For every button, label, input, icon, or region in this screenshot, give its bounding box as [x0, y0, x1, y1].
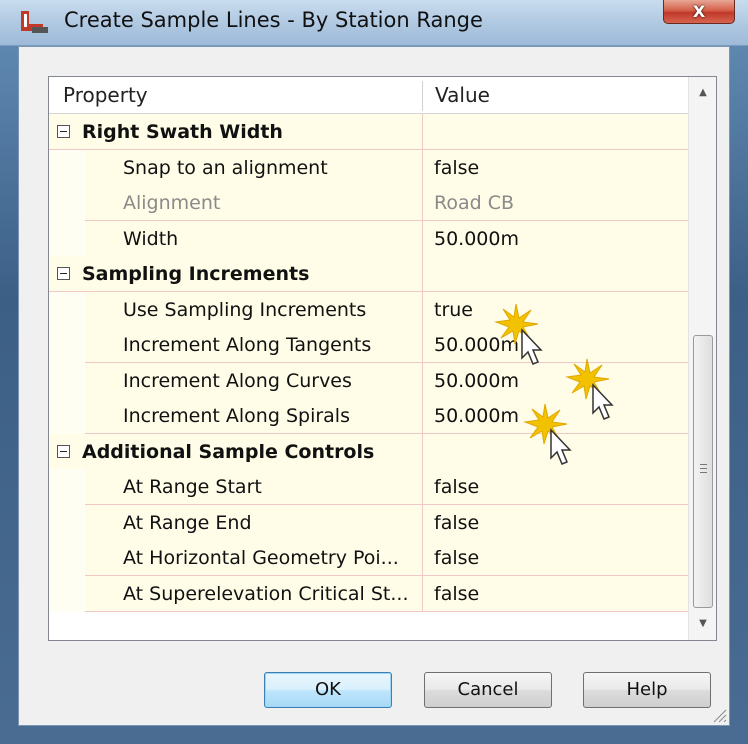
property-value: false	[434, 547, 480, 569]
category-label: Additional Sample Controls	[82, 441, 375, 463]
property-name-cell[interactable]: Use Sampling Increments	[85, 292, 422, 328]
property-value-cell[interactable]: false	[422, 540, 688, 576]
resize-grip-icon[interactable]	[711, 707, 727, 723]
property-value-cell[interactable]: 50.000m	[422, 221, 688, 257]
category-row[interactable]: Sampling Increments	[49, 256, 688, 292]
property-value-cell[interactable]: true	[422, 292, 688, 328]
scroll-up-arrow-icon[interactable]: ▲	[689, 79, 717, 107]
row-gutter	[49, 185, 85, 221]
property-value-cell	[422, 256, 688, 292]
row-gutter	[49, 292, 85, 328]
property-value-cell[interactable]: false	[422, 150, 688, 186]
property-value: 50.000m	[434, 405, 519, 427]
property-label: At Range End	[123, 512, 252, 534]
title-bar[interactable]: Create Sample Lines - By Station Range X	[0, 0, 748, 46]
grid-header: Property Value	[49, 77, 688, 114]
click-cursor-icon	[494, 303, 543, 365]
scrollbar-thumb[interactable]	[693, 335, 713, 608]
ok-button[interactable]: OK	[264, 672, 392, 708]
category-row[interactable]: Right Swath Width	[49, 114, 688, 150]
property-value: true	[434, 299, 473, 321]
vertical-scrollbar[interactable]: ▲ ▼	[688, 77, 716, 640]
property-label: Increment Along Spirals	[123, 405, 350, 427]
property-label: At Superelevation Critical St...	[123, 583, 409, 605]
row-gutter	[49, 469, 85, 505]
property-row[interactable]: Use Sampling Increments true	[49, 292, 688, 328]
property-row[interactable]: Alignment Road CB	[49, 185, 688, 221]
property-row[interactable]: Snap to an alignment false	[49, 150, 688, 186]
property-label: Width	[123, 228, 179, 250]
property-value: Road CB	[434, 192, 515, 214]
property-name-cell[interactable]: Increment Along Tangents	[85, 327, 422, 363]
row-gutter	[49, 505, 85, 541]
property-value: false	[434, 583, 480, 605]
property-name-cell[interactable]: Snap to an alignment	[85, 150, 422, 186]
collapse-minus-icon[interactable]	[57, 125, 70, 138]
property-value: false	[434, 512, 480, 534]
row-gutter	[49, 327, 85, 363]
property-name-cell[interactable]: Additional Sample Controls	[49, 434, 422, 470]
row-gutter	[49, 363, 85, 399]
click-cursor-icon	[523, 403, 572, 465]
property-name-cell[interactable]: Increment Along Spirals	[85, 398, 422, 434]
close-icon: X	[692, 2, 706, 21]
property-value-cell[interactable]: 50.000m	[422, 363, 688, 399]
category-label: Right Swath Width	[82, 121, 283, 143]
category-label: Sampling Increments	[82, 263, 310, 285]
collapse-minus-icon[interactable]	[57, 445, 70, 458]
property-name-cell[interactable]: Increment Along Curves	[85, 363, 422, 399]
property-value-cell[interactable]: false	[422, 505, 688, 541]
property-label: Increment Along Tangents	[123, 334, 372, 356]
property-label: Use Sampling Increments	[123, 299, 367, 321]
property-value-cell	[422, 114, 688, 150]
property-name-cell[interactable]: At Range Start	[85, 469, 422, 505]
property-name-cell[interactable]: Width	[85, 221, 422, 257]
property-label: Increment Along Curves	[123, 370, 352, 392]
category-row[interactable]: Additional Sample Controls	[49, 434, 688, 470]
property-label: Snap to an alignment	[123, 157, 328, 179]
property-row[interactable]: At Range Start false	[49, 469, 688, 505]
property-name-cell[interactable]: Alignment	[85, 185, 422, 221]
scroll-down-arrow-icon[interactable]: ▼	[689, 610, 717, 638]
property-name-cell[interactable]: At Range End	[85, 505, 422, 541]
window-title: Create Sample Lines - By Station Range	[64, 8, 483, 32]
app-icon	[21, 11, 48, 33]
property-value-cell[interactable]: Road CB	[422, 185, 688, 221]
column-divider[interactable]	[422, 81, 423, 111]
property-name-cell[interactable]: Right Swath Width	[49, 114, 422, 150]
row-gutter	[49, 398, 85, 434]
property-name-cell[interactable]: At Horizontal Geometry Poi...	[85, 540, 422, 576]
property-row[interactable]: At Range End false	[49, 505, 688, 541]
property-name-cell[interactable]: At Superelevation Critical St...	[85, 576, 422, 612]
scrollbar-grip-icon	[700, 464, 707, 473]
property-value: false	[434, 157, 480, 179]
property-value-cell[interactable]: 50.000m	[422, 327, 688, 363]
row-gutter	[49, 540, 85, 576]
property-label: At Range Start	[123, 476, 262, 498]
property-row[interactable]: At Horizontal Geometry Poi... false	[49, 540, 688, 576]
collapse-minus-icon[interactable]	[57, 267, 70, 280]
property-value-cell[interactable]: false	[422, 469, 688, 505]
property-value: false	[434, 476, 480, 498]
row-gutter	[49, 221, 85, 257]
property-value: 50.000m	[434, 228, 519, 250]
property-row[interactable]: At Superelevation Critical St... false	[49, 576, 688, 612]
property-name-cell[interactable]: Sampling Increments	[49, 256, 422, 292]
value-column-header[interactable]: Value	[435, 77, 490, 114]
help-button[interactable]: Help	[583, 672, 711, 708]
property-label: Alignment	[123, 192, 221, 214]
property-row[interactable]: Width 50.000m	[49, 221, 688, 257]
row-gutter	[49, 576, 85, 612]
property-value-cell[interactable]: false	[422, 576, 688, 612]
cancel-button[interactable]: Cancel	[424, 672, 552, 708]
property-column-header[interactable]: Property	[63, 77, 148, 114]
property-label: At Horizontal Geometry Poi...	[123, 547, 399, 569]
row-gutter	[49, 150, 85, 186]
close-button[interactable]: X	[663, 0, 735, 24]
